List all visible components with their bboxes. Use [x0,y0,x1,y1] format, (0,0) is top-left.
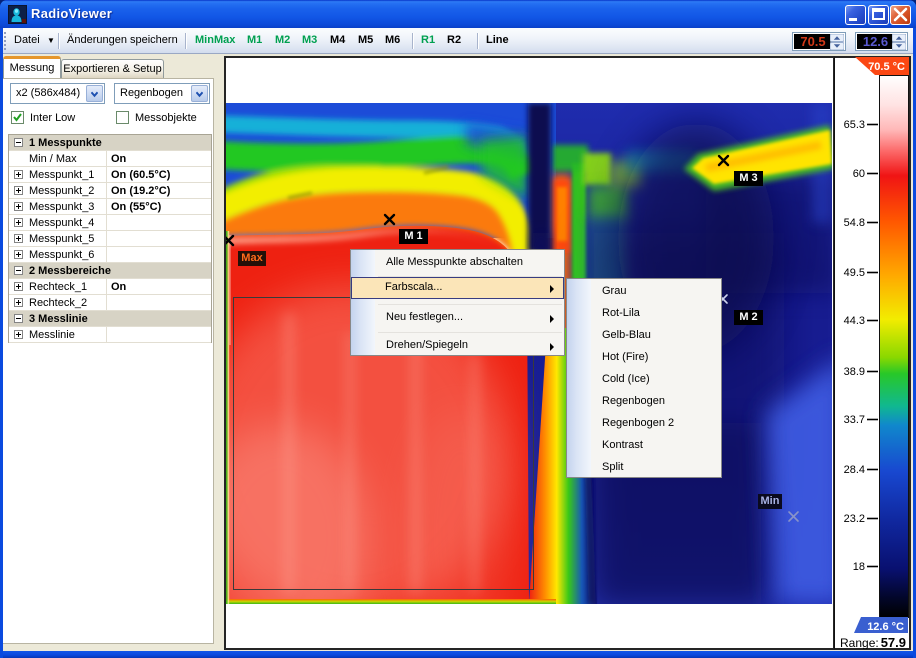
svg-text:Range:: Range: [840,636,879,649]
svg-text:49.5: 49.5 [844,267,865,279]
svg-text:57.9: 57.9 [881,635,906,649]
svg-text:70.5 °C: 70.5 °C [868,61,905,73]
svg-text:28.4: 28.4 [844,464,865,476]
svg-text:54.8: 54.8 [844,217,865,229]
svg-text:12.6 °C: 12.6 °C [867,621,904,633]
svg-text:44.3: 44.3 [844,315,865,327]
svg-text:18: 18 [853,561,865,573]
svg-text:60: 60 [853,168,865,180]
svg-text:23.2: 23.2 [844,513,865,525]
svg-text:33.7: 33.7 [844,414,865,426]
svg-text:65.3: 65.3 [844,119,865,131]
svg-text:38.9: 38.9 [844,366,865,378]
